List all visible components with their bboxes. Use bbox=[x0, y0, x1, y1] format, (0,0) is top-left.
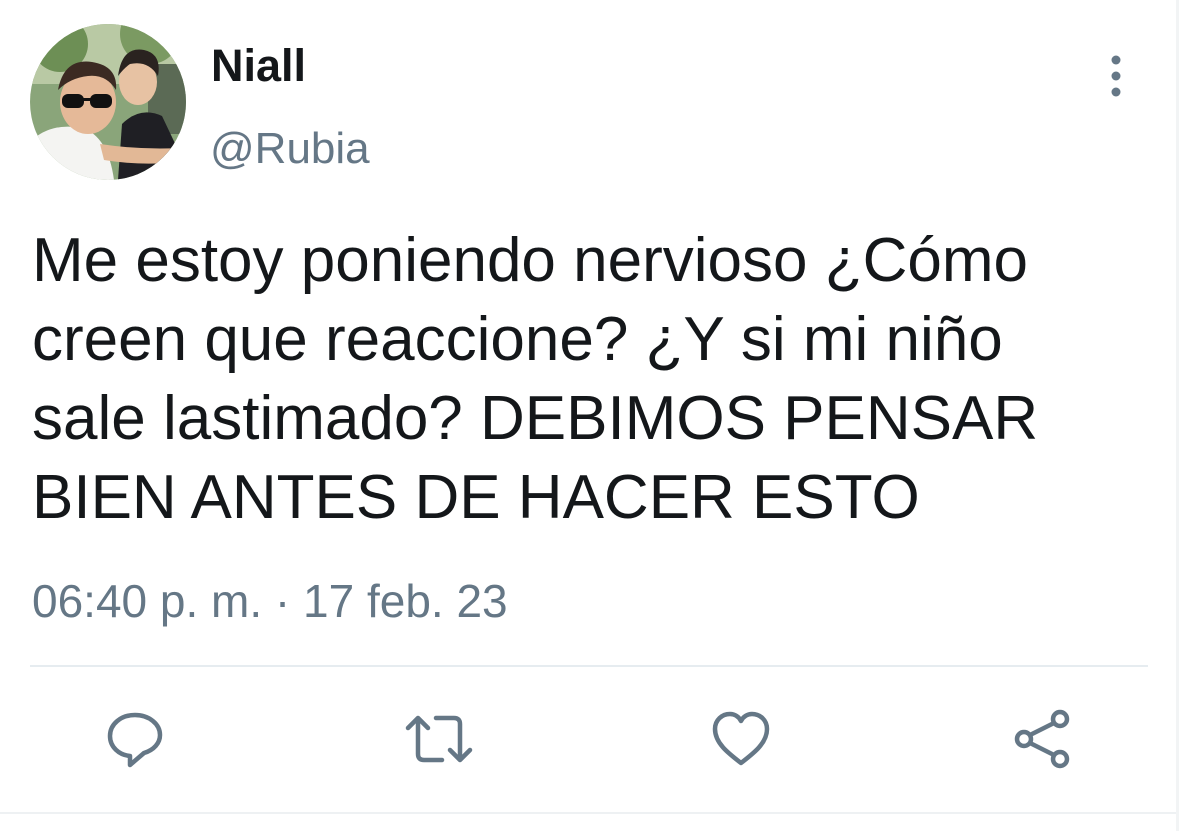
author-handle[interactable]: @Rubia bbox=[210, 124, 370, 174]
avatar-photo bbox=[30, 24, 186, 180]
author-name[interactable]: Niall bbox=[211, 40, 306, 92]
avatar[interactable] bbox=[30, 24, 186, 180]
divider bbox=[30, 665, 1148, 667]
reply-button[interactable] bbox=[104, 708, 166, 770]
retweet-icon bbox=[405, 715, 473, 763]
bottom-border bbox=[0, 812, 1179, 814]
tweet-timestamp[interactable]: 06:40 p. m. · 17 feb. 23 bbox=[32, 574, 508, 628]
retweet-button[interactable] bbox=[404, 708, 473, 770]
share-button[interactable] bbox=[1012, 708, 1074, 770]
tweet-card: Niall @Rubia Me estoy poniendo nervioso … bbox=[0, 0, 1179, 831]
reply-icon bbox=[107, 712, 163, 768]
more-options-button[interactable] bbox=[1096, 52, 1136, 100]
like-icon bbox=[712, 711, 770, 766]
share-icon bbox=[1014, 709, 1070, 769]
tweet-text: Me estoy poniendo nervioso ¿Cómo creen q… bbox=[32, 226, 1039, 532]
more-vertical-icon bbox=[1111, 55, 1121, 97]
like-button[interactable] bbox=[710, 708, 772, 770]
